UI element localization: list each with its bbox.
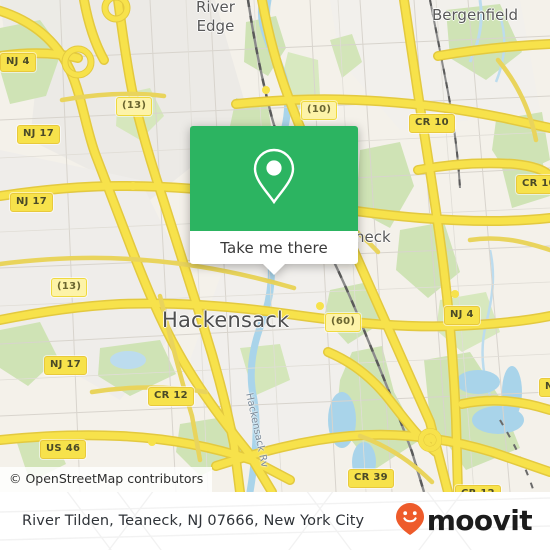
callout-header (190, 126, 358, 231)
osm-attribution[interactable]: © OpenStreetMap contributors (0, 466, 213, 492)
moovit-wordmark: moovit (426, 504, 533, 537)
route-shield-nj-4[interactable]: NJ 4 (0, 53, 36, 72)
callout-action-bar[interactable]: Take me there (190, 231, 358, 275)
route-shield-nj-4-east[interactable]: NJ 4 (444, 306, 480, 325)
route-shield-cr-39[interactable]: CR 39 (348, 469, 394, 488)
route-shield-cr-12-south[interactable]: CR 12 (455, 485, 501, 492)
map-callout-popup[interactable]: Take me there (190, 126, 358, 275)
route-shield-cr-10[interactable]: CR 10 (409, 114, 455, 133)
moovit-brand-logo[interactable]: moovit (395, 502, 533, 541)
location-address-text: River Tilden, Teaneck, NJ 07666, New Yor… (22, 513, 365, 529)
callout-pointer-tail (263, 264, 285, 275)
route-shield-60[interactable]: (60) (325, 313, 362, 332)
route-shield-nj-17-lower[interactable]: NJ 17 (10, 193, 53, 212)
location-pin-icon (252, 147, 296, 210)
moovit-map-screenshot: River Edge Bergenfield Teaneck Hackensac… (0, 0, 550, 550)
route-shield-cr-10-east[interactable]: CR 10 (516, 175, 550, 194)
footer-bar: River Tilden, Teaneck, NJ 07666, New Yor… (0, 492, 550, 550)
route-shield-cr-12[interactable]: CR 12 (148, 387, 194, 406)
route-shield-us-46[interactable]: US 46 (40, 440, 87, 459)
route-shield-10[interactable]: (10) (301, 101, 338, 120)
route-shield-nj-17[interactable]: NJ 17 (17, 125, 60, 144)
route-shield-nj-17-south[interactable]: NJ 17 (44, 356, 87, 375)
route-shield-edge-n[interactable]: N (539, 378, 550, 397)
route-shield-13-lower[interactable]: (13) (51, 278, 88, 297)
take-me-there-button[interactable]: Take me there (220, 239, 328, 257)
route-shield-13[interactable]: (13) (116, 97, 153, 116)
moovit-smiley-pin-icon (395, 502, 425, 541)
